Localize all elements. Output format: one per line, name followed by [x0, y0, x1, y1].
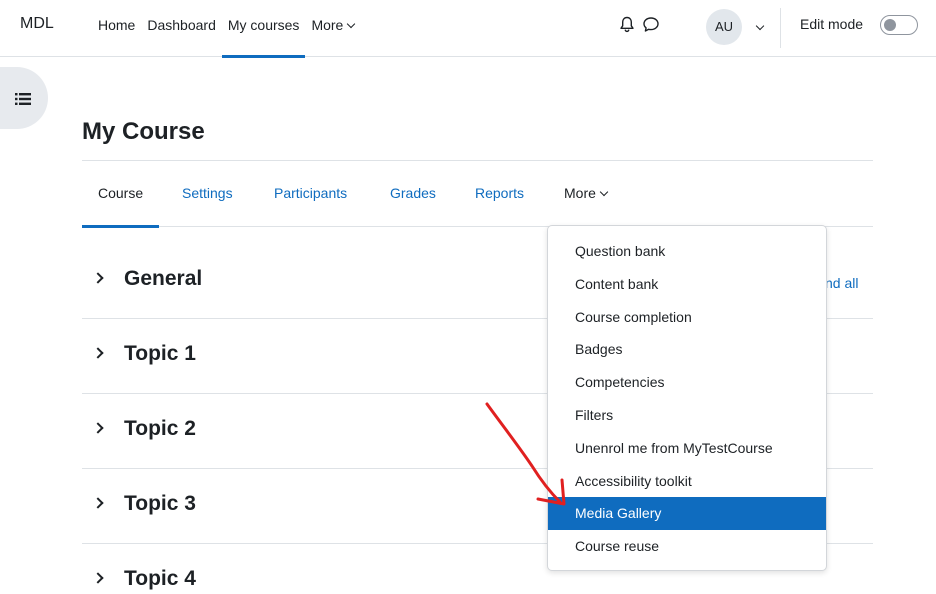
- section-title: Topic 2: [124, 417, 196, 440]
- edit-mode-toggle[interactable]: [880, 15, 918, 35]
- tab-settings[interactable]: Settings: [182, 161, 233, 227]
- navbar-divider: [780, 8, 781, 48]
- list-icon: [15, 93, 31, 105]
- annotation-arrow-icon: [485, 402, 566, 506]
- chat-icon[interactable]: [642, 16, 660, 33]
- menu-item-unenrol[interactable]: Unenrol me from MyTestCourse: [548, 432, 826, 465]
- caret-right-icon[interactable]: [92, 347, 104, 359]
- menu-item-badges[interactable]: Badges: [548, 333, 826, 366]
- primary-navigation: Home Dashboard My courses More: [92, 0, 360, 58]
- chevron-down-icon: [599, 187, 609, 197]
- edit-mode-label: Edit mode: [800, 16, 864, 32]
- more-dropdown-menu: Question bank Content bank Course comple…: [547, 225, 827, 571]
- course-index-drawer-button[interactable]: [0, 67, 48, 129]
- menu-item-media-gallery[interactable]: Media Gallery: [548, 497, 826, 531]
- caret-right-icon[interactable]: [92, 422, 104, 434]
- section-title: Topic 3: [124, 492, 196, 515]
- toggle-knob: [884, 19, 896, 31]
- tab-more[interactable]: More: [564, 161, 609, 227]
- nav-my-courses[interactable]: My courses: [221, 0, 306, 58]
- caret-right-icon[interactable]: [92, 572, 104, 584]
- chevron-down-icon: [347, 19, 356, 29]
- nav-more[interactable]: More: [305, 0, 360, 57]
- tab-participants[interactable]: Participants: [274, 161, 347, 227]
- page-title: My Course: [82, 118, 205, 145]
- bell-icon[interactable]: [619, 16, 635, 33]
- menu-item-question-bank[interactable]: Question bank: [548, 235, 826, 268]
- tab-reports[interactable]: Reports: [475, 161, 524, 227]
- expand-all-link[interactable]: nd all: [825, 275, 858, 291]
- section-title: General: [124, 267, 203, 290]
- menu-item-accessibility-toolkit[interactable]: Accessibility toolkit: [548, 465, 826, 498]
- caret-right-icon[interactable]: [92, 497, 104, 509]
- section-title: Topic 1: [124, 342, 196, 365]
- section-title: Topic 4: [124, 567, 196, 590]
- nav-home[interactable]: Home: [92, 0, 141, 57]
- secondary-navigation: Course Settings Participants Grades Repo…: [81, 161, 873, 228]
- caret-right-icon[interactable]: [92, 272, 104, 284]
- menu-item-filters[interactable]: Filters: [548, 399, 826, 432]
- nav-dashboard[interactable]: Dashboard: [141, 0, 222, 57]
- top-navbar: MDL Home Dashboard My courses More AU Ed…: [0, 0, 936, 58]
- menu-item-content-bank[interactable]: Content bank: [548, 268, 826, 301]
- avatar[interactable]: AU: [706, 9, 742, 45]
- tab-grades[interactable]: Grades: [390, 161, 436, 227]
- nav-more-label: More: [311, 17, 344, 33]
- menu-item-course-completion[interactable]: Course completion: [548, 301, 826, 334]
- menu-item-competencies[interactable]: Competencies: [548, 366, 826, 399]
- tab-course[interactable]: Course: [81, 161, 160, 228]
- tab-more-label: More: [564, 185, 596, 201]
- menu-item-course-reuse[interactable]: Course reuse: [548, 530, 826, 563]
- user-menu-chevron-down-icon[interactable]: [752, 19, 765, 37]
- site-brand[interactable]: MDL: [20, 15, 54, 33]
